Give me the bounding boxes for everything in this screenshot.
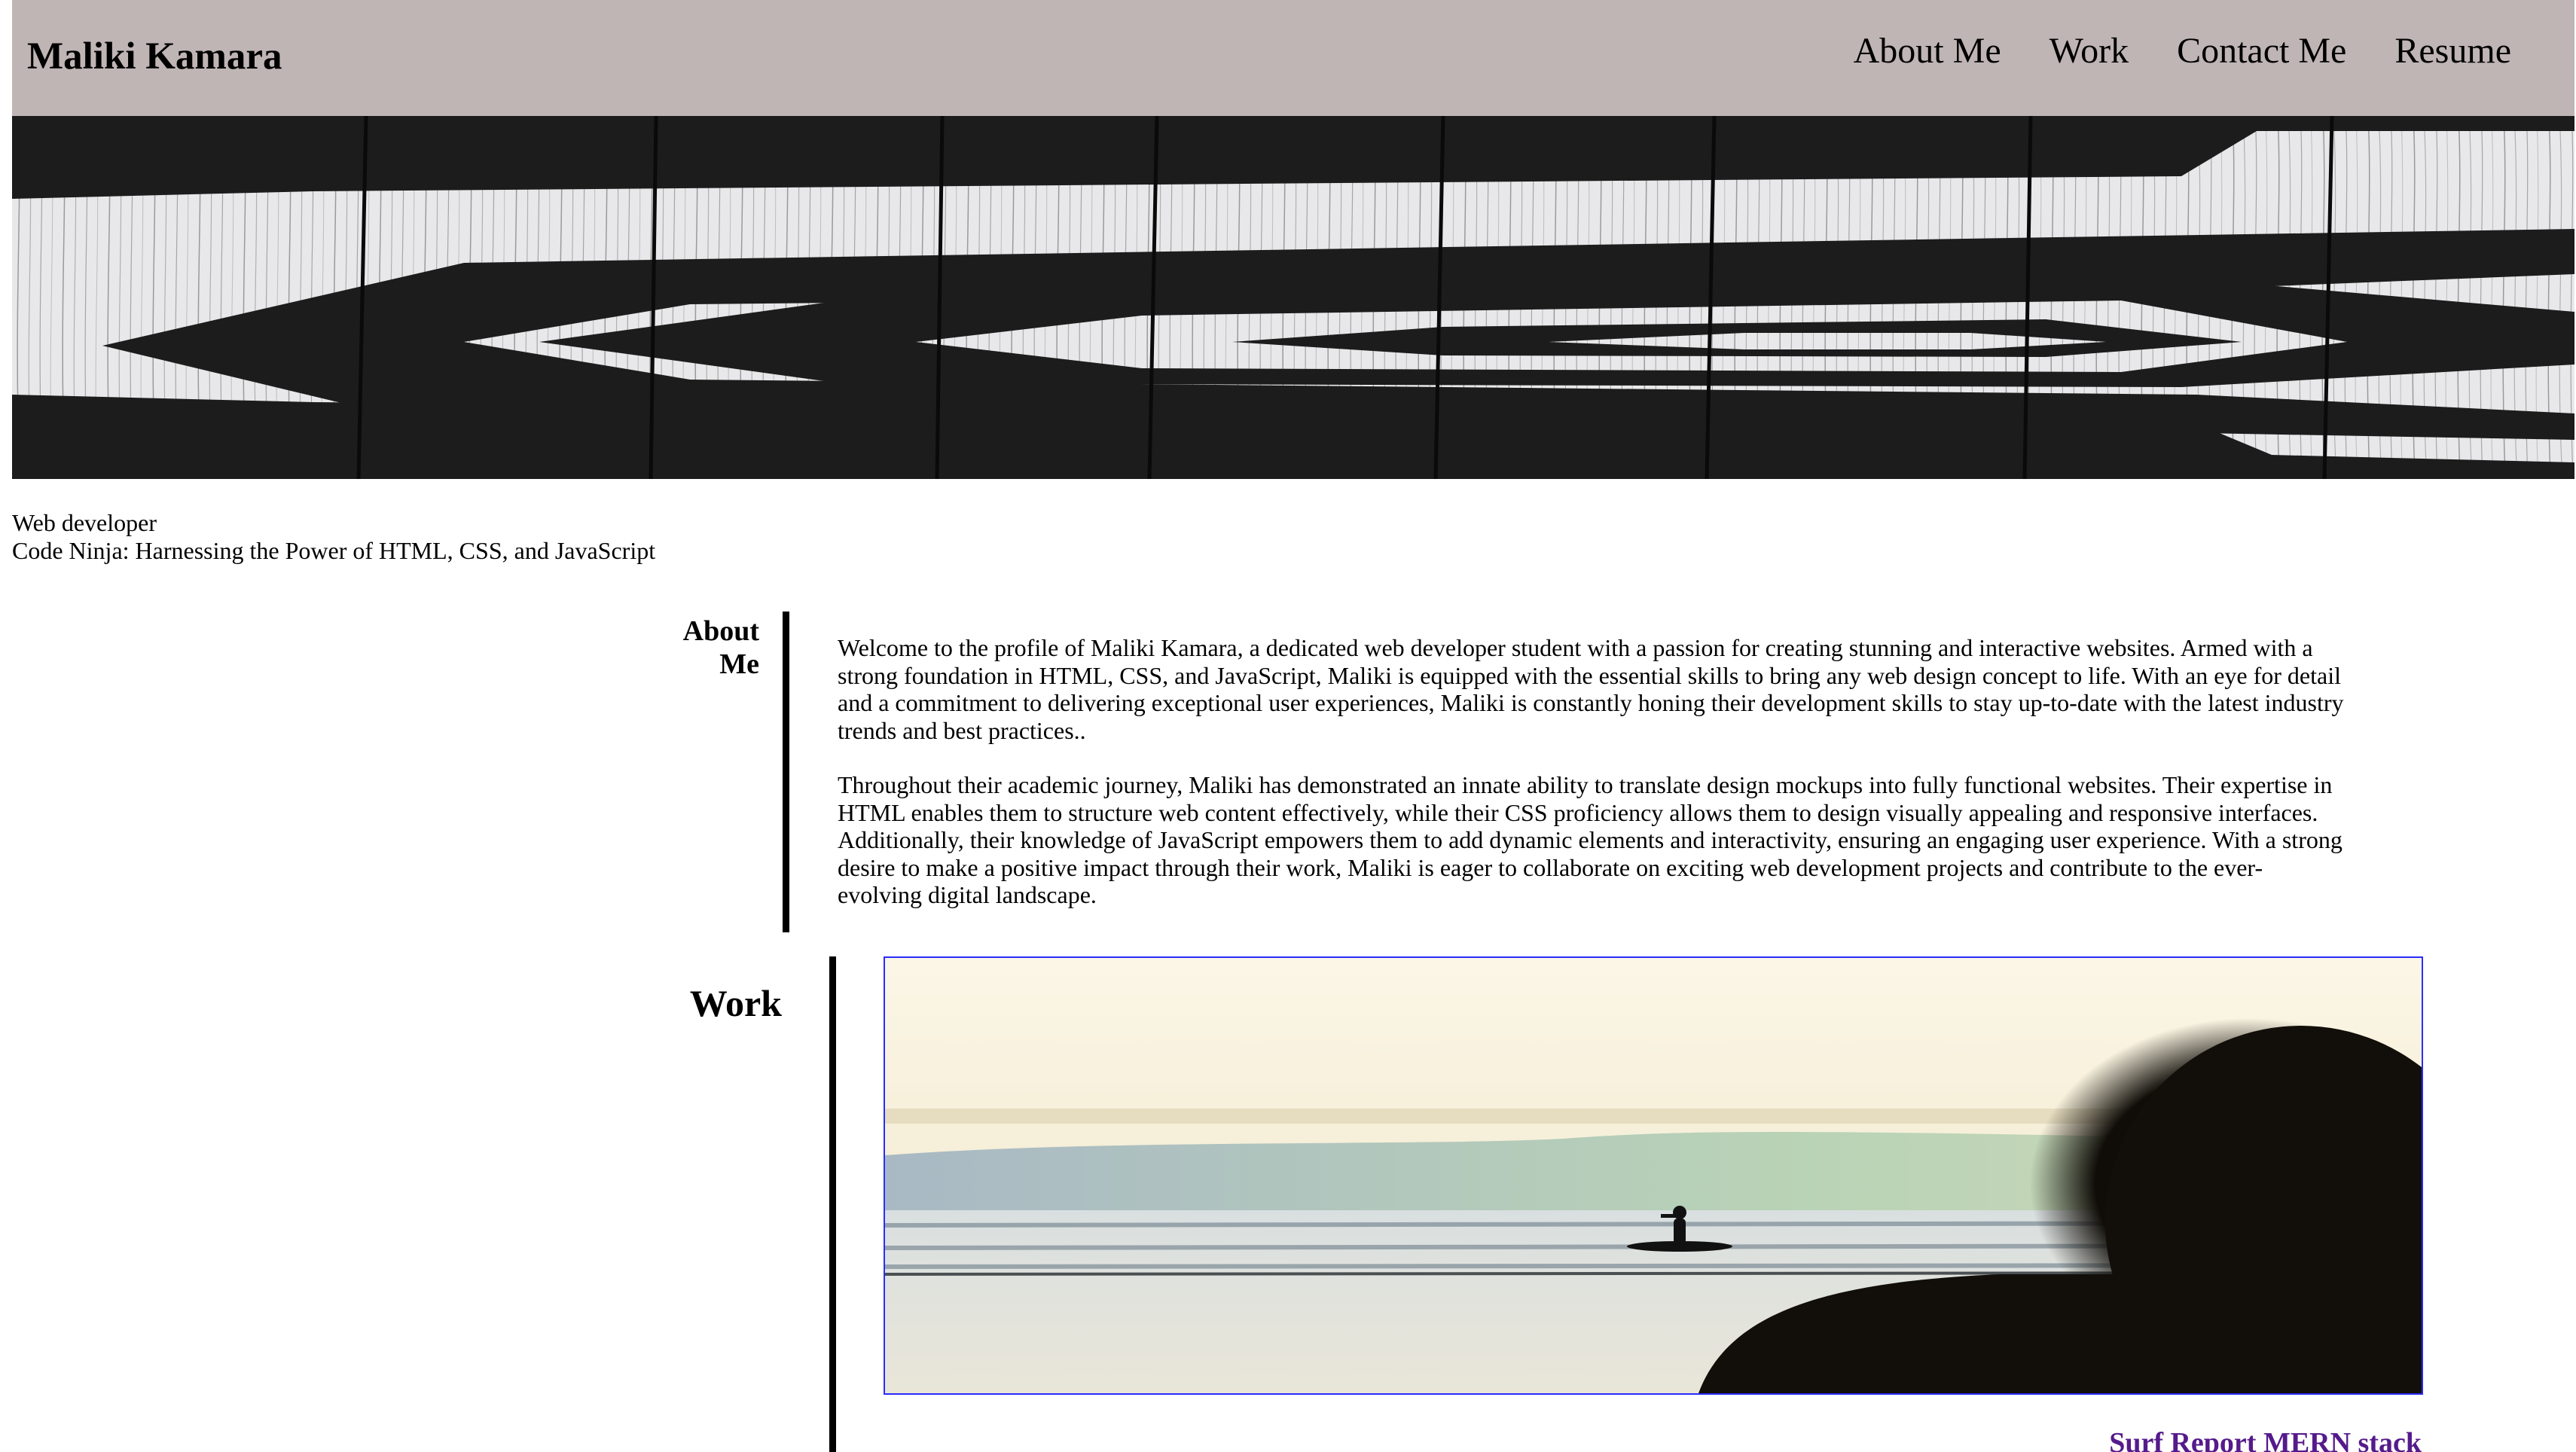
main-nav: About Me Work Contact Me Resume <box>1854 24 2511 78</box>
tagline: Web developer Code Ninja: Harnessing the… <box>12 509 655 565</box>
project-image-surf-report[interactable] <box>884 956 2423 1395</box>
nav-link-about-me[interactable]: About Me <box>1854 24 2001 78</box>
about-body: Welcome to the profile of Maliki Kamara,… <box>838 634 2344 936</box>
about-paragraph-1: Welcome to the profile of Maliki Kamara,… <box>838 634 2344 744</box>
work-heading: Work <box>689 982 782 1024</box>
about-paragraph-2: Throughout their academic journey, Malik… <box>838 771 2343 908</box>
site-header: Maliki Kamara About Me Work Contact Me R… <box>12 0 2574 116</box>
hero-banner-image <box>12 116 2574 479</box>
work-divider <box>829 956 836 1452</box>
tagline-slogan: Code Ninja: Harnessing the Power of HTML… <box>12 537 656 564</box>
project-link-surf-report[interactable]: Surf Report MERN stack <box>2109 1426 2422 1452</box>
page: Maliki Kamara About Me Work Contact Me R… <box>0 0 2576 1452</box>
nav-link-work[interactable]: Work <box>2050 24 2129 78</box>
about-heading: About Me <box>682 615 759 680</box>
tagline-role: Web developer <box>12 509 157 536</box>
site-title: Maliki Kamara <box>27 35 282 78</box>
nav-link-resume[interactable]: Resume <box>2394 24 2511 78</box>
about-divider <box>783 612 789 932</box>
nav-link-contact-me[interactable]: Contact Me <box>2177 24 2346 78</box>
